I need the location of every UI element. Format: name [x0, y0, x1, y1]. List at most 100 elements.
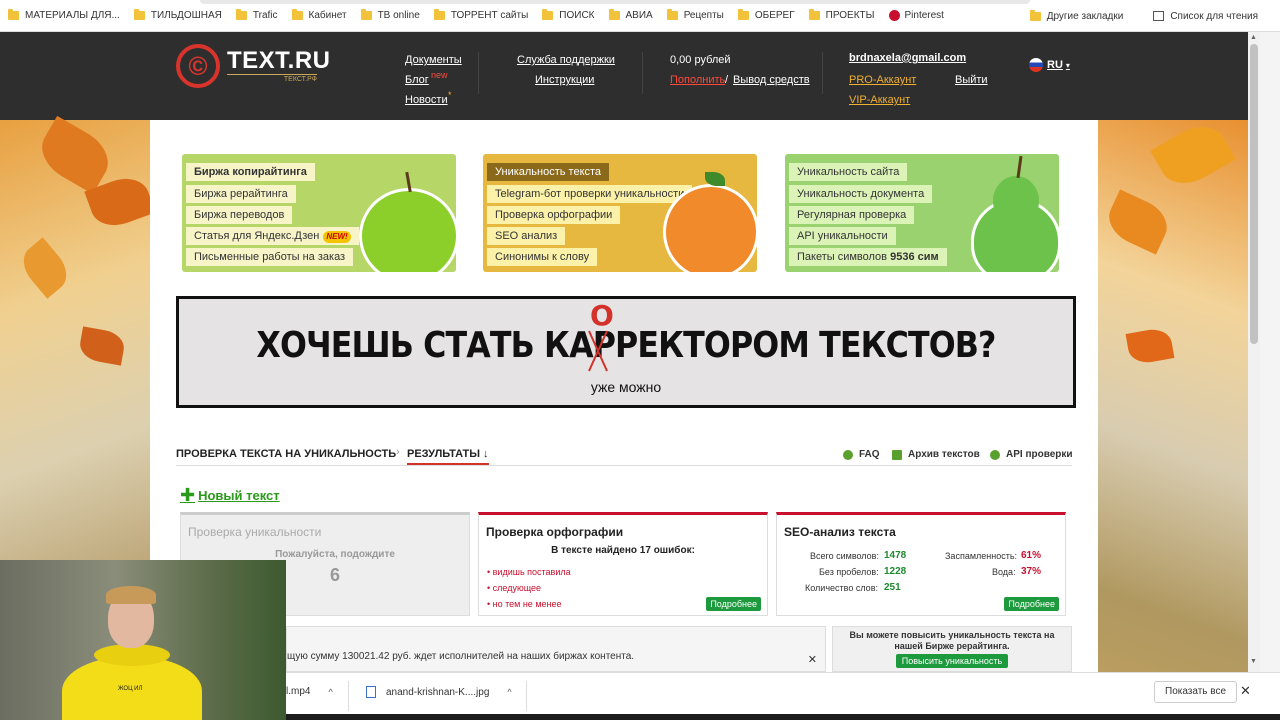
- language-selector[interactable]: RU ▾: [1029, 58, 1070, 72]
- topup-link[interactable]: Пополнить: [670, 74, 725, 86]
- bookmark-9[interactable]: Рецепты: [666, 9, 724, 21]
- menu-item-document-uniqueness[interactable]: Уникальность документа: [789, 185, 933, 203]
- spelling-more-button[interactable]: Подробнее: [706, 597, 761, 611]
- menu-item-synonyms[interactable]: Синонимы к слову: [487, 248, 598, 266]
- maple-leaf-decoration: [77, 326, 127, 366]
- spelling-error[interactable]: • видишь поставила: [487, 567, 571, 577]
- bookmark-1[interactable]: МАТЕРИАЛЫ ДЛЯ...: [8, 9, 120, 21]
- menu-item-regular-check[interactable]: Регулярная проверка: [789, 206, 915, 224]
- chevron-up-icon[interactable]: ^: [328, 687, 332, 697]
- archive-link[interactable]: Архив текстов: [892, 449, 980, 460]
- close-icon[interactable]: ✕: [1240, 683, 1251, 699]
- spelling-error[interactable]: • но тем не менее: [487, 599, 562, 609]
- vip-account-link[interactable]: VIP-Аккаунт: [849, 94, 910, 106]
- bookmark-pinterest[interactable]: Pinterest: [888, 10, 944, 21]
- header-divider: [822, 52, 823, 94]
- stat-spam: 61%: [1021, 550, 1042, 561]
- menu-item-label: Статья для Яндекс.Дзен: [194, 230, 320, 242]
- menu-item-written-works[interactable]: Письменные работы на заказ: [186, 248, 354, 266]
- bookmark-10[interactable]: ОБЕРЕГ: [737, 9, 795, 21]
- stat-words: 251: [884, 582, 901, 593]
- withdraw-link[interactable]: Вывод средств: [733, 74, 810, 86]
- stat-label: Вода:: [992, 567, 1016, 577]
- spelling-error[interactable]: • следующее: [487, 583, 541, 593]
- menu-item-yandex-zen[interactable]: Статья для Яндекс.Дзен NEW!: [186, 227, 359, 245]
- logo-main: TEXT.RU: [227, 47, 331, 74]
- maple-leaf-decoration: [1101, 189, 1175, 255]
- seo-more-button[interactable]: Подробнее: [1004, 597, 1059, 611]
- support-link[interactable]: Служба поддержки: [517, 54, 615, 66]
- menu-item-seo[interactable]: SEO анализ: [487, 227, 566, 245]
- chevron-up-icon[interactable]: ^: [507, 687, 511, 697]
- bookmark-5[interactable]: ТВ online: [360, 9, 420, 21]
- spelling-card: Проверка орфографии В тексте найдено 17 …: [478, 512, 768, 616]
- pear-stem: [1016, 155, 1023, 179]
- menu-item-site-uniqueness[interactable]: Уникальность сайта: [789, 163, 908, 181]
- menu-item-translations[interactable]: Биржа переводов: [186, 206, 293, 224]
- menu-item-text-uniqueness[interactable]: Уникальность текста: [487, 163, 610, 181]
- results-tabs: ПРОВЕРКА ТЕКСТА НА УНИКАЛЬНОСТЬ › РЕЗУЛЬ…: [176, 446, 1073, 466]
- folder-icon: [666, 9, 678, 20]
- api-link[interactable]: API проверки: [990, 449, 1073, 460]
- menu-item-api[interactable]: API уникальности: [789, 227, 896, 245]
- folder-icon: [360, 9, 372, 20]
- scroll-down-icon[interactable]: ▼: [1250, 658, 1257, 665]
- new-text-button[interactable]: ✚ Новый текст: [180, 485, 280, 506]
- close-icon[interactable]: ✕: [808, 653, 817, 666]
- menu-site: Уникальность сайта Уникальность документ…: [785, 154, 1059, 272]
- download-filename: anand-krishnan-K....jpg: [386, 686, 490, 698]
- card-title: Проверка орфографии: [486, 525, 624, 539]
- folder-icon: [133, 9, 145, 20]
- news-star-badge: *: [448, 90, 452, 100]
- pro-account-link[interactable]: PRO-Аккаунт: [849, 74, 916, 86]
- account-email[interactable]: brdnaxela@gmail.com: [849, 52, 966, 64]
- menu-item-label: Пакеты символов: [797, 251, 888, 263]
- plus-icon: ✚: [180, 485, 196, 505]
- promo-banner[interactable]: ХОЧЕШЬ СТАТЬ КАРРЕКТОРОМ ТЕКСТОВ? О уже …: [176, 296, 1076, 408]
- tab-check-uniqueness[interactable]: ПРОВЕРКА ТЕКСТА НА УНИКАЛЬНОСТЬ: [176, 448, 396, 460]
- strike-mark-icon: [588, 330, 608, 372]
- bookmark-7[interactable]: ПОИСК: [542, 9, 595, 21]
- download-item[interactable]: anand-krishnan-K....jpg ^: [366, 686, 512, 698]
- logo[interactable]: © TEXT.RU ТЕКСТ.РФ: [176, 44, 331, 88]
- page-scrollbar[interactable]: ▲ ▼: [1248, 32, 1260, 672]
- bookmark-8[interactable]: АВИА: [608, 9, 653, 21]
- docs-link[interactable]: Документы: [405, 54, 462, 66]
- tab-results[interactable]: РЕЗУЛЬТАТЫ ↓: [407, 448, 489, 465]
- boost-uniqueness-button[interactable]: Повысить уникальность: [895, 654, 1009, 668]
- notice-panel: щую сумму 130021.42 руб. ждет исполнител…: [286, 626, 826, 672]
- menu-item-rewriting[interactable]: Биржа рерайтинга: [186, 185, 296, 203]
- pear-top: [993, 176, 1039, 226]
- news-link[interactable]: Новости: [405, 94, 448, 106]
- stat-total: 1478: [884, 550, 907, 561]
- slash: /: [725, 74, 729, 86]
- logout-link[interactable]: Выйти: [955, 74, 988, 86]
- blog-new-badge: new: [431, 70, 448, 80]
- bookmark-other[interactable]: Другие закладки: [1029, 9, 1123, 22]
- bookmark-2[interactable]: ТИЛЬДОШНАЯ: [133, 9, 222, 21]
- instructions-link[interactable]: Инструкции: [535, 74, 594, 86]
- menu-item-packages[interactable]: Пакеты символов 9536 сим: [789, 248, 947, 266]
- scrollbar-thumb[interactable]: [1250, 44, 1258, 344]
- menu-item-telegram-bot[interactable]: Telegram-бот проверки уникальности: [487, 185, 693, 203]
- stat-label: Количество слов:: [805, 583, 878, 593]
- orange-illustration: [663, 184, 757, 272]
- bookmark-4[interactable]: Кабинет: [291, 9, 347, 21]
- show-all-button[interactable]: Показать все: [1154, 681, 1238, 703]
- download-separator: [526, 681, 527, 711]
- downloads-bar: l.mp4 ^ anand-krishnan-K....jpg ^ Показа…: [286, 672, 1280, 720]
- menu-exchanges: Биржа копирайтинга Биржа рерайтинга Бирж…: [182, 154, 456, 272]
- bookmark-3[interactable]: Trafic: [235, 9, 278, 21]
- reading-list[interactable]: Список для чтения: [1153, 11, 1258, 22]
- faq-link[interactable]: FAQ: [843, 449, 880, 460]
- taskbar: [286, 714, 1280, 720]
- chevron-right-icon: ›: [396, 446, 400, 458]
- menu-item-spelling[interactable]: Проверка орфографии: [487, 206, 621, 224]
- scroll-up-icon[interactable]: ▲: [1250, 34, 1257, 41]
- bookmark-11[interactable]: ПРОЕКТЫ: [808, 9, 875, 21]
- blog-link[interactable]: Блог: [405, 74, 429, 86]
- menu-item-copywriting[interactable]: Биржа копирайтинга: [186, 163, 315, 181]
- wait-text: Пожалуйста, подождите: [275, 549, 395, 560]
- download-item[interactable]: l.mp4 ^: [286, 686, 333, 697]
- bookmark-6[interactable]: ТОРРЕНТ сайты: [433, 9, 528, 21]
